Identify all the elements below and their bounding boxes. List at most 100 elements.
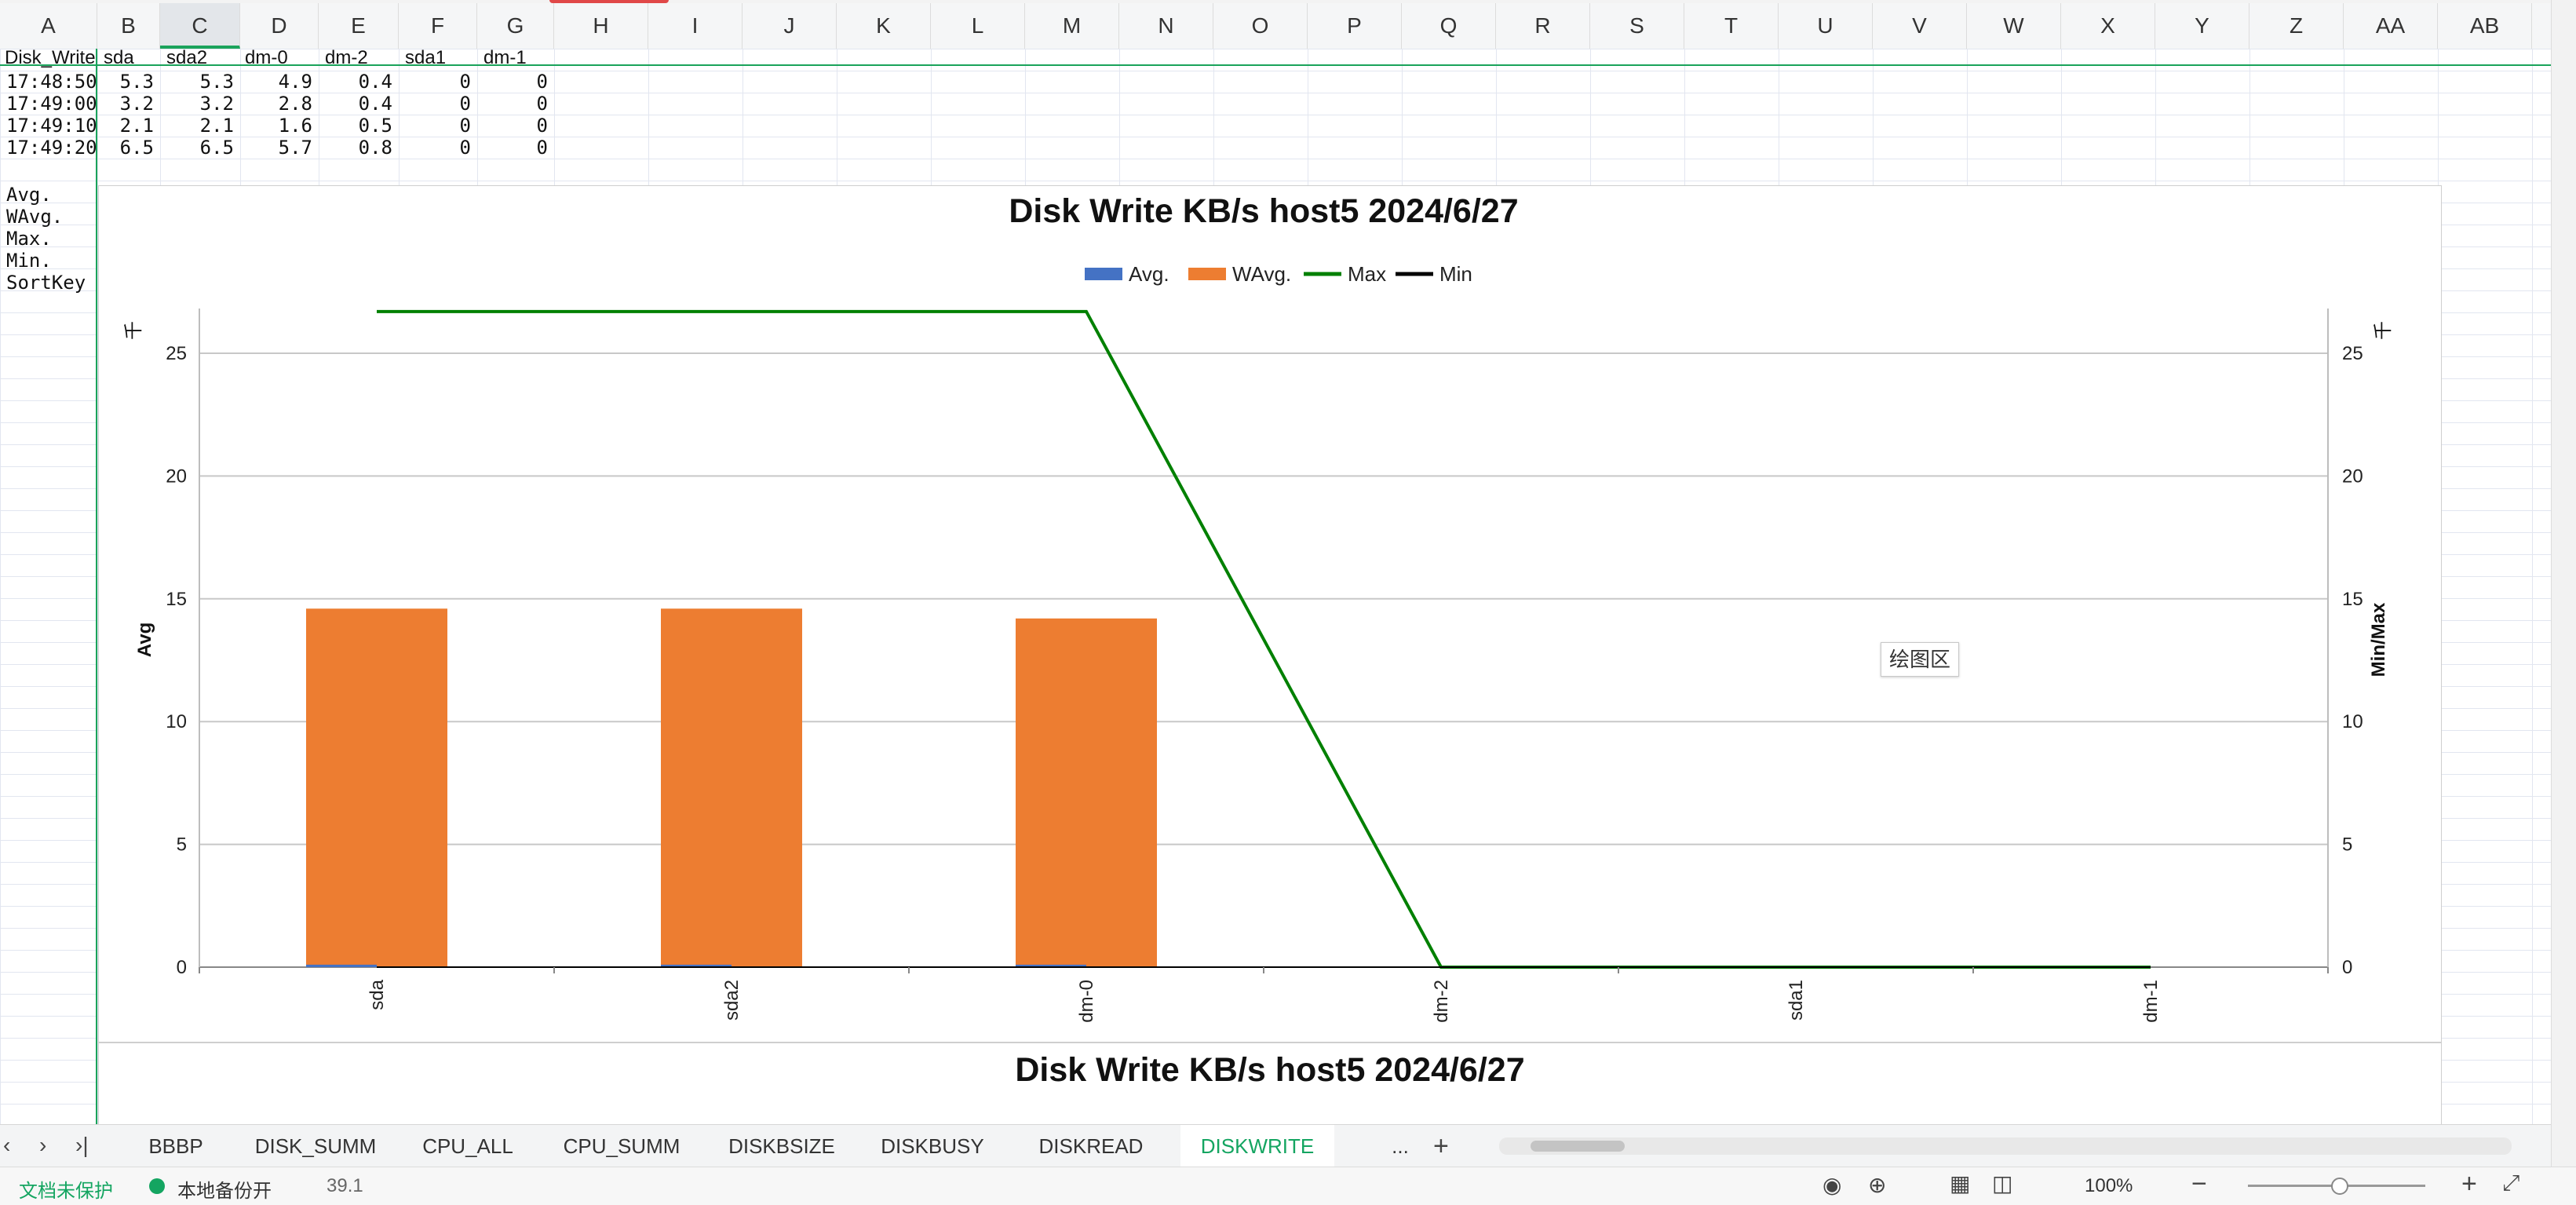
column-header-C[interactable]: C <box>160 3 240 49</box>
data-cell[interactable]: 0.5 <box>322 115 392 137</box>
sheet-tab[interactable]: ... <box>1385 1125 1416 1167</box>
horizontal-scrollbar[interactable] <box>1499 1137 2512 1155</box>
horizontal-scroll-thumb[interactable] <box>1531 1141 1625 1152</box>
column-header-S[interactable]: S <box>1590 3 1684 49</box>
status-bar: 文档未保护 本地备份开 39.1 ◉ ⊕ ▦ ◫ 100% − + ⤢ <box>0 1167 2576 1205</box>
column-header-W[interactable]: W <box>1967 3 2061 49</box>
column-header-F[interactable]: F <box>399 3 477 49</box>
fullscreen-icon[interactable]: ⤢ <box>2502 1170 2519 1196</box>
column-header-T[interactable]: T <box>1684 3 1779 49</box>
data-cell[interactable]: 0 <box>402 93 471 115</box>
data-cell[interactable]: 6.5 <box>100 137 154 159</box>
column-header-U[interactable]: U <box>1779 3 1873 49</box>
data-cell[interactable]: 5.3 <box>100 71 154 93</box>
column-header-B[interactable]: B <box>97 3 160 49</box>
data-cell[interactable]: 5.7 <box>243 137 312 159</box>
data-cell[interactable]: 3.2 <box>100 93 154 115</box>
stat-label[interactable]: Avg. <box>6 184 52 206</box>
stat-label[interactable]: WAvg. <box>6 206 63 228</box>
column-header-A[interactable]: A <box>0 3 97 49</box>
column-header-I[interactable]: I <box>648 3 743 49</box>
sheet-tab[interactable]: DISKWRITE <box>1180 1125 1334 1170</box>
data-cell[interactable]: 6.5 <box>163 137 234 159</box>
data-cell[interactable]: 2.1 <box>163 115 234 137</box>
column-header-O[interactable]: O <box>1213 3 1308 49</box>
data-cell[interactable]: 0.4 <box>322 71 392 93</box>
sheet-tab[interactable]: CPU_SUMM <box>553 1125 691 1167</box>
column-header-H[interactable]: H <box>554 3 648 49</box>
data-cell[interactable]: 1.6 <box>243 115 312 137</box>
sheet-tab[interactable]: DISKREAD <box>1028 1125 1154 1167</box>
sheet-tab[interactable]: DISK_SUMM <box>245 1125 386 1167</box>
column-header-K[interactable]: K <box>837 3 931 49</box>
zoom-out-icon[interactable]: − <box>2191 1169 2207 1200</box>
protect-status[interactable]: 文档未保护 <box>19 1175 113 1203</box>
sheet-tab[interactable]: BBBP <box>137 1125 215 1167</box>
data-cell[interactable]: 0 <box>402 71 471 93</box>
data-cell[interactable]: 0 <box>402 115 471 137</box>
data-cell[interactable]: 0 <box>480 115 548 137</box>
column-header-P[interactable]: P <box>1308 3 1402 49</box>
add-sheet-icon[interactable]: + <box>1433 1131 1449 1162</box>
data-cell[interactable]: 3.2 <box>163 93 234 115</box>
sheet-tab[interactable]: DISKBSIZE <box>722 1125 841 1167</box>
data-cell[interactable]: 0 <box>480 137 548 159</box>
data-cell[interactable]: 2.1 <box>100 115 154 137</box>
second-chart-object[interactable]: Disk Write KB/s host5 2024/6/27 <box>98 1043 2442 1137</box>
data-cell[interactable]: 0.4 <box>322 93 392 115</box>
column-header-Y[interactable]: Y <box>2155 3 2249 49</box>
data-cell[interactable]: 2.8 <box>243 93 312 115</box>
column-header-AB[interactable]: AB <box>2438 3 2532 49</box>
header-cell[interactable]: sda2 <box>166 49 207 69</box>
column-header-L[interactable]: L <box>931 3 1025 49</box>
eye-icon[interactable]: ◉ <box>1823 1172 1841 1198</box>
page-view-icon[interactable]: ◫ <box>1992 1170 2012 1196</box>
backup-status[interactable]: 本地备份开 <box>177 1175 272 1203</box>
column-header-J[interactable]: J <box>743 3 837 49</box>
data-cell[interactable]: 5.3 <box>163 71 234 93</box>
column-header-V[interactable]: V <box>1873 3 1967 49</box>
data-cell[interactable]: 17:49:20 <box>6 137 97 159</box>
data-cell[interactable]: 17:48:50 <box>6 71 97 93</box>
last-sheet-icon[interactable]: ›| <box>75 1133 89 1158</box>
column-header-D[interactable]: D <box>240 3 319 49</box>
y-tick-label: 15 <box>166 589 187 610</box>
header-cell[interactable]: dm-0 <box>245 49 288 69</box>
stat-label[interactable]: Min. <box>6 250 52 272</box>
header-cell[interactable]: Disk_Write <box>5 49 96 69</box>
header-cell[interactable]: dm-2 <box>325 49 368 69</box>
stat-label[interactable]: Max. <box>6 228 52 250</box>
chart-object[interactable]: Disk Write KB/s host5 2024/6/27 Avg. WAvg… <box>98 185 2442 1043</box>
data-cell[interactable]: 17:49:10 <box>6 115 97 137</box>
crosshair-icon[interactable]: ⊕ <box>1868 1172 1886 1198</box>
data-cell[interactable]: 17:49:00 <box>6 93 97 115</box>
data-cell[interactable]: 0 <box>480 71 548 93</box>
data-cell[interactable]: 0 <box>402 137 471 159</box>
header-cell[interactable]: dm-1 <box>483 49 527 69</box>
column-header-AA[interactable]: AA <box>2344 3 2438 49</box>
zoom-slider-thumb[interactable] <box>2331 1178 2348 1195</box>
vertical-scrollbar[interactable] <box>2551 0 2576 1167</box>
sheet-tab[interactable]: DISKBUSY <box>873 1125 992 1167</box>
column-header-N[interactable]: N <box>1119 3 1213 49</box>
header-cell[interactable]: sda <box>104 49 134 69</box>
zoom-level[interactable]: 100% <box>2085 1175 2133 1197</box>
column-header-Q[interactable]: Q <box>1402 3 1496 49</box>
sheet-tab[interactable]: CPU_ALL <box>416 1125 520 1167</box>
prev-sheet-icon[interactable]: › <box>39 1133 46 1158</box>
column-header-Z[interactable]: Z <box>2249 3 2344 49</box>
stat-label[interactable]: SortKey <box>6 272 86 294</box>
data-cell[interactable]: 4.9 <box>243 71 312 93</box>
first-sheet-icon[interactable]: ‹ <box>3 1133 10 1158</box>
zoom-slider[interactable] <box>2248 1178 2425 1195</box>
column-header-M[interactable]: M <box>1025 3 1119 49</box>
column-header-G[interactable]: G <box>477 3 554 49</box>
column-header-R[interactable]: R <box>1496 3 1590 49</box>
column-header-X[interactable]: X <box>2061 3 2155 49</box>
data-cell[interactable]: 0 <box>480 93 548 115</box>
column-header-E[interactable]: E <box>319 3 399 49</box>
zoom-in-icon[interactable]: + <box>2461 1169 2477 1200</box>
header-cell[interactable]: sda1 <box>405 49 446 69</box>
normal-view-icon[interactable]: ▦ <box>1950 1170 1970 1196</box>
data-cell[interactable]: 0.8 <box>322 137 392 159</box>
